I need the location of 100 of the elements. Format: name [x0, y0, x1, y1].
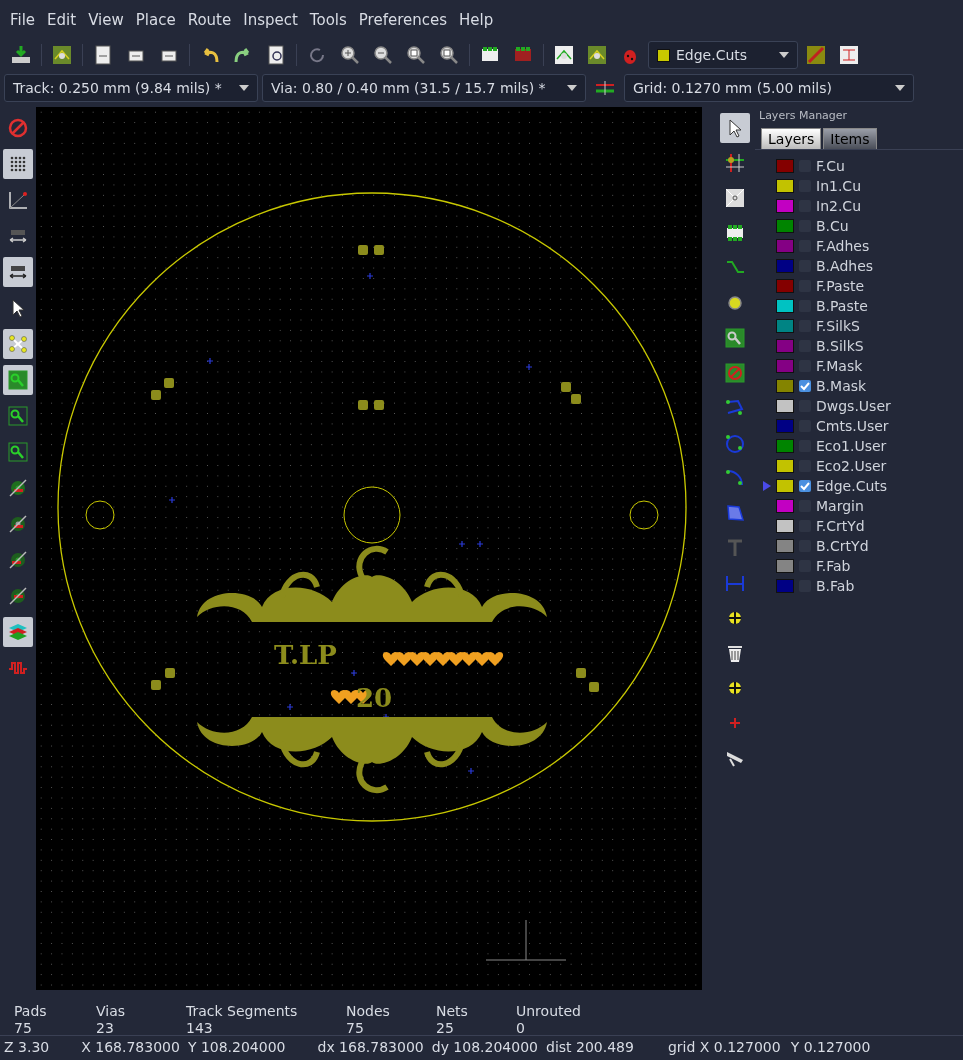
track-width-dropdown[interactable]: Track: 0.250 mm (9.84 mils) *: [4, 74, 258, 102]
layer-name[interactable]: F.Cu: [816, 158, 845, 174]
menu-item[interactable]: Route: [181, 11, 238, 29]
menu-item[interactable]: File: [4, 11, 42, 29]
stat-value: 23: [96, 1020, 115, 1037]
layer-color-swatch[interactable]: [776, 159, 794, 173]
caret-icon: [895, 85, 905, 91]
grid-dropdown[interactable]: Grid: 0.1270 mm (5.00 mils): [624, 74, 914, 102]
stat-value: 0: [516, 1020, 526, 1037]
menu-item[interactable]: View: [82, 11, 130, 29]
via-mark: [458, 540, 466, 548]
status-text: Y 0.127000: [790, 1039, 871, 1055]
layer-name[interactable]: In2.Cu: [816, 198, 861, 214]
layer-color-swatch[interactable]: [776, 239, 794, 253]
pcb-canvas[interactable]: T.LP 20: [36, 107, 702, 990]
stat-value: 75: [346, 1020, 365, 1037]
layer-name[interactable]: Dwgs.User: [816, 398, 891, 414]
layer-color-swatch[interactable]: [776, 379, 794, 393]
layer-color-swatch[interactable]: [776, 519, 794, 533]
layer-name[interactable]: F.Mask: [816, 358, 863, 374]
zoom-fit-icon: [405, 44, 427, 66]
layer-color-swatch[interactable]: [776, 359, 794, 373]
stat-label: Nodes: [346, 1003, 391, 1020]
layer-name[interactable]: Eco2.User: [816, 458, 887, 474]
layer-name[interactable]: F.SilkS: [816, 318, 860, 334]
layer-color-swatch[interactable]: [776, 199, 794, 213]
units-mm-tool-button[interactable]: [3, 257, 33, 287]
layer-name[interactable]: In1.Cu: [816, 178, 861, 194]
panel-tab[interactable]: Layers: [761, 128, 822, 149]
layer-color-swatch[interactable]: [776, 559, 794, 573]
footprint-icon: [724, 222, 746, 244]
caret-icon: [567, 85, 577, 91]
layer-name[interactable]: F.Paste: [816, 278, 865, 294]
board-silkscreen-text: 20: [356, 683, 393, 713]
layer-color-swatch[interactable]: [776, 219, 794, 233]
menu-item[interactable]: Inspect: [237, 11, 304, 29]
pad-fill-tool-button[interactable]: [3, 365, 33, 395]
grid-tool-button[interactable]: [3, 149, 33, 179]
layer-name[interactable]: B.SilkS: [816, 338, 864, 354]
status-text: grid X 0.127000: [667, 1039, 781, 1055]
layer-color-swatch[interactable]: [776, 279, 794, 293]
via-size-dropdown[interactable]: Via: 0.80 / 0.40 mm (31.5 / 15.7 mils) *: [262, 74, 586, 102]
layer-name[interactable]: B.Fab: [816, 578, 855, 594]
via-mark: [467, 767, 475, 775]
download-icon: [10, 44, 32, 66]
layer-color-swatch[interactable]: [776, 419, 794, 433]
layer-name[interactable]: B.CrtYd: [816, 538, 869, 554]
layer-color-swatch[interactable]: [776, 479, 794, 493]
via-mark: [168, 496, 176, 504]
layer-color-swatch[interactable]: [776, 179, 794, 193]
ratsnest-tool-button[interactable]: [3, 329, 33, 359]
layer-name[interactable]: B.Mask: [816, 378, 867, 394]
status-text: dy 108.204000: [431, 1039, 538, 1055]
stat-value: 25: [436, 1020, 455, 1037]
layer-name[interactable]: Margin: [816, 498, 864, 514]
stat-label: Pads: [14, 1003, 48, 1020]
status-text: dist 200.489: [546, 1039, 634, 1055]
layers-tool-button[interactable]: [3, 617, 33, 647]
via-mark: [366, 272, 374, 280]
layer-checkbox[interactable]: [799, 480, 811, 492]
panel-tab[interactable]: Items: [823, 128, 877, 149]
via-mark: [206, 357, 214, 365]
menu-item[interactable]: Tools: [303, 11, 353, 29]
polygon-icon: [724, 502, 746, 524]
layer-name[interactable]: F.Adhes: [816, 238, 870, 254]
layer-name[interactable]: Cmts.User: [816, 418, 889, 434]
layer-color-swatch[interactable]: [776, 459, 794, 473]
layer-color-swatch[interactable]: [776, 539, 794, 553]
layer-checkbox[interactable]: [799, 380, 811, 392]
local-ratsnest-icon: [724, 152, 746, 174]
layer-color-swatch[interactable]: [776, 499, 794, 513]
layer-color-swatch[interactable]: [776, 299, 794, 313]
layer-color-swatch[interactable]: [776, 439, 794, 453]
layer-color-swatch[interactable]: [776, 339, 794, 353]
caret-icon: [779, 52, 789, 58]
stat-label: Unrouted: [516, 1003, 582, 1020]
board-silkscreen-text: T.LP: [274, 640, 337, 670]
layers-icon: [7, 621, 29, 643]
layer-name[interactable]: B.Adhes: [816, 258, 874, 274]
menu-item[interactable]: Edit: [41, 11, 83, 29]
layer-color-swatch[interactable]: [776, 259, 794, 273]
layer-name[interactable]: Eco1.User: [816, 438, 887, 454]
layer-name[interactable]: B.Cu: [816, 218, 849, 234]
status-text: X 168.783000: [81, 1039, 180, 1055]
menu-item[interactable]: Place: [129, 11, 182, 29]
layer-dropdown[interactable]: Edge.Cuts: [648, 41, 798, 69]
layer-color-swatch[interactable]: [776, 319, 794, 333]
layer-name[interactable]: F.Fab: [816, 558, 851, 574]
layer-name[interactable]: Edge.Cuts: [816, 478, 888, 494]
menu-item[interactable]: Help: [453, 11, 500, 29]
page-icon: [92, 44, 114, 66]
layer-name[interactable]: B.Paste: [816, 298, 868, 314]
layer-name[interactable]: F.CrtYd: [816, 518, 865, 534]
status-text: Z 3.30: [4, 1039, 50, 1055]
select-tool-button[interactable]: [720, 113, 750, 143]
panel-title: Layers Manager: [758, 108, 849, 124]
layer-color-swatch[interactable]: [776, 579, 794, 593]
menu-item[interactable]: Preferences: [352, 11, 454, 29]
ratsnest-icon: [7, 333, 29, 355]
layer-color-swatch[interactable]: [776, 399, 794, 413]
